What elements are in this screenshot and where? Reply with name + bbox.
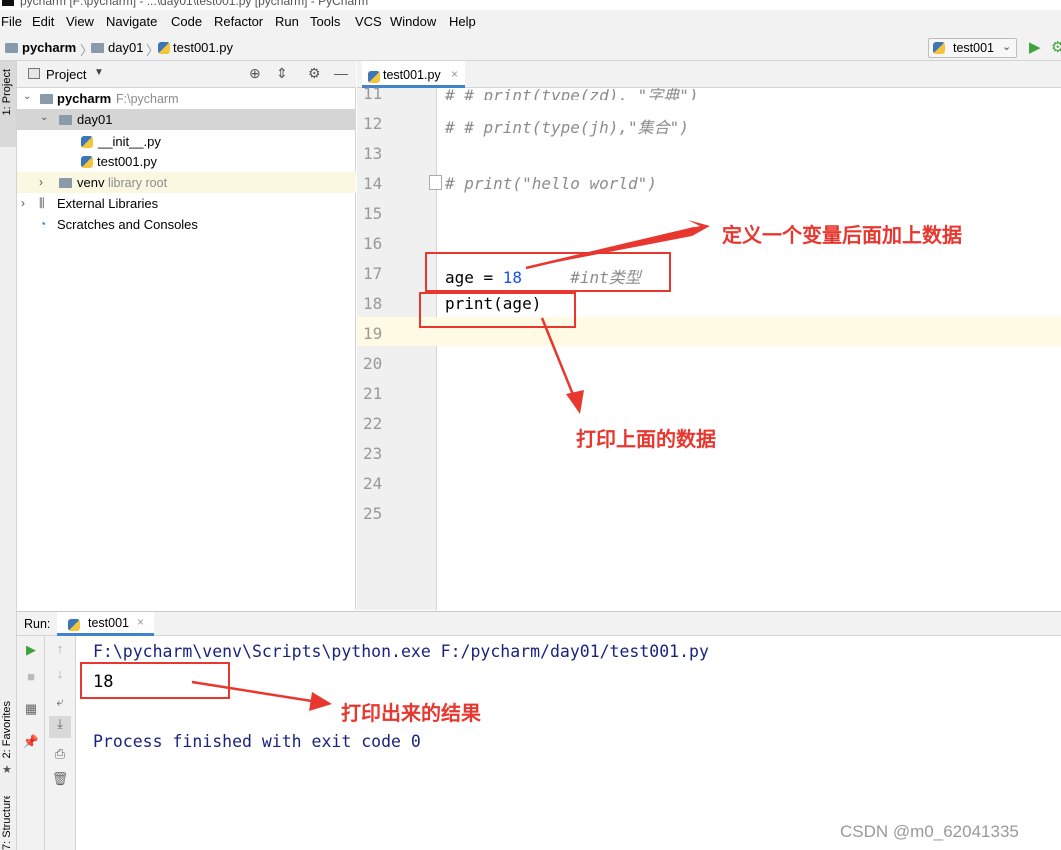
annotation-arrow (566, 390, 584, 414)
annotation-text-result: 打印出来的结果 (341, 703, 481, 725)
annotation-arrow-line (525, 226, 696, 270)
annotation-arrow-line (191, 680, 319, 704)
annotation-arrow (309, 692, 332, 711)
watermark: CSDN @m0_62041335 (840, 822, 1019, 841)
annotation-text-print: 打印上面的数据 (576, 429, 716, 451)
annotation-text-define: 定义一个变量后面加上数据 (722, 225, 962, 247)
annotation-arrow-line (540, 317, 578, 403)
annotation-arrows (191, 220, 710, 711)
